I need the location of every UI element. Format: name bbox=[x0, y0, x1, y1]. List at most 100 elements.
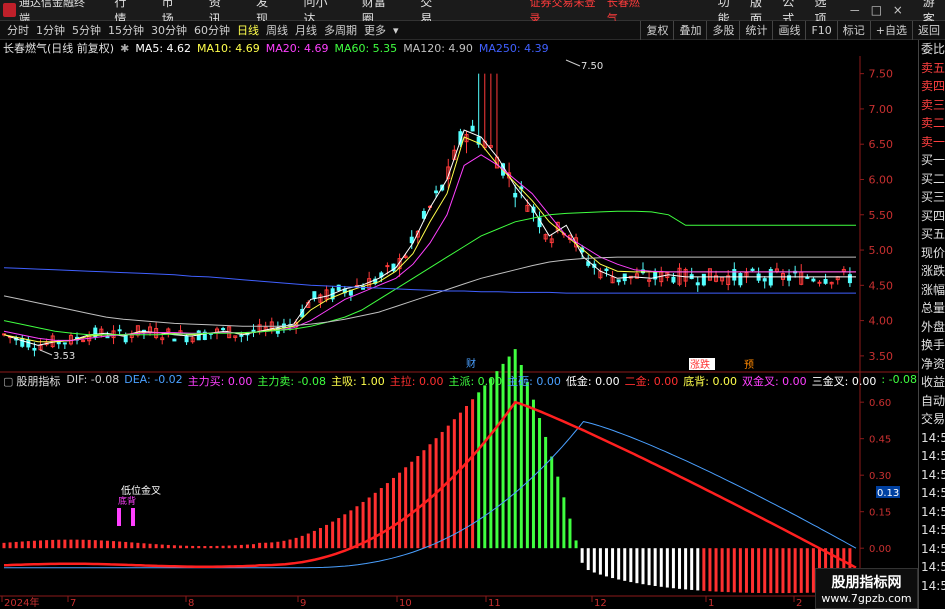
macd-bar bbox=[410, 461, 414, 549]
quote-panel-item[interactable]: 总量 bbox=[919, 299, 945, 318]
quote-panel-item[interactable]: 14:56 bbox=[919, 466, 945, 485]
macd-bar bbox=[8, 542, 12, 549]
time-tick-label: 10 bbox=[399, 598, 412, 609]
candle-body bbox=[409, 236, 414, 244]
time-tick-label: 1 bbox=[708, 598, 714, 609]
indicator-value: 二金: 0.00 bbox=[624, 375, 679, 388]
time-tick-label: 12 bbox=[594, 598, 607, 609]
quote-panel-item[interactable]: 14:56 bbox=[919, 577, 945, 596]
indicator-value: 三金叉: 0.00 bbox=[811, 375, 877, 388]
macd-bar bbox=[45, 540, 49, 549]
macd-bar bbox=[556, 476, 560, 549]
quote-panel-item[interactable]: 卖一 bbox=[919, 133, 945, 152]
macd-bar bbox=[306, 533, 310, 549]
candle-body bbox=[805, 276, 810, 279]
ma-line-ma5 bbox=[3, 129, 856, 346]
quote-panel-item[interactable]: 14:56 bbox=[919, 558, 945, 577]
macd-bar bbox=[805, 548, 809, 593]
candle-body bbox=[105, 336, 110, 339]
macd-bar bbox=[458, 412, 462, 549]
indicator-name[interactable]: 股朋指标 bbox=[16, 373, 60, 389]
macd-bar bbox=[568, 518, 572, 549]
price-tick-label: 7.50 bbox=[869, 68, 894, 81]
macd-bar bbox=[708, 548, 712, 592]
macd-bar bbox=[641, 548, 645, 585]
quote-panel-item[interactable]: 14:56 bbox=[919, 503, 945, 522]
quote-panel-item[interactable]: 现价 bbox=[919, 244, 945, 263]
macd-bar bbox=[51, 539, 55, 549]
quote-panel-item[interactable]: 收益 bbox=[919, 373, 945, 392]
quote-panel: 委比 卖五 卖四 卖三 卖二 卖一 买一 买二 买三 买四 买五 现价 涨跌 涨幅 总量 外盘 换手 净资 收益 自动… bbox=[918, 40, 945, 609]
zhangdie-badge: 涨跌 bbox=[690, 358, 710, 371]
candle-body bbox=[671, 276, 676, 283]
macd-bar bbox=[738, 548, 742, 593]
quote-panel-item[interactable]: 涨幅 bbox=[919, 281, 945, 300]
quote-panel-item[interactable]: 14:56 bbox=[919, 521, 945, 540]
candle-body bbox=[221, 328, 226, 331]
macd-bar bbox=[446, 425, 450, 549]
time-tick-label: 2024年 bbox=[4, 596, 39, 609]
macd-bar bbox=[769, 548, 773, 594]
macd-bar bbox=[538, 418, 542, 549]
macd-bar bbox=[611, 548, 615, 579]
quote-panel-item[interactable]: 自动 bbox=[919, 392, 945, 411]
price-tick-label: 3.50 bbox=[869, 350, 894, 363]
macd-bar bbox=[178, 545, 182, 549]
quote-panel-item[interactable]: 卖三 bbox=[919, 96, 945, 115]
macd-bar bbox=[26, 541, 30, 549]
quote-panel-item[interactable]: 买五 bbox=[919, 225, 945, 244]
macd-bar bbox=[221, 545, 225, 549]
indicator-square-icon[interactable]: ▢ bbox=[3, 375, 13, 388]
macd-bar bbox=[118, 541, 122, 549]
macd-bar bbox=[239, 544, 243, 549]
macd-bar bbox=[75, 539, 79, 549]
macd-bar bbox=[720, 548, 724, 592]
quote-panel-item[interactable]: 卖四 bbox=[919, 77, 945, 96]
price-tick-label: 4.00 bbox=[869, 315, 894, 328]
quote-panel-item[interactable]: 14:56 bbox=[919, 484, 945, 503]
macd-bar bbox=[562, 497, 566, 549]
quote-panel-item[interactable]: 买二 bbox=[919, 170, 945, 189]
candle-body bbox=[239, 334, 244, 337]
watermark-url: www.7gpzb.com bbox=[821, 592, 912, 605]
candle-body bbox=[616, 279, 621, 283]
candle-body bbox=[823, 278, 828, 284]
candle-body bbox=[811, 278, 816, 282]
indicator-value: DEA: -0.02 bbox=[124, 373, 183, 386]
quote-panel-item[interactable]: 卖五 bbox=[919, 59, 945, 78]
time-tick-label: 8 bbox=[188, 598, 194, 609]
macd-bar bbox=[87, 539, 91, 549]
macd-bar bbox=[197, 546, 201, 549]
quote-panel-item[interactable]: 交易 bbox=[919, 410, 945, 429]
quote-panel-item[interactable]: 买一 bbox=[919, 151, 945, 170]
macd-bar bbox=[781, 548, 785, 594]
price-tick-label: 4.50 bbox=[869, 279, 894, 292]
candle-body bbox=[434, 190, 439, 194]
quote-panel-item[interactable]: 涨跌 bbox=[919, 262, 945, 281]
macd-bar bbox=[2, 542, 6, 549]
macd-bar bbox=[245, 544, 249, 549]
candle-body bbox=[847, 274, 852, 284]
candle-body bbox=[701, 273, 706, 286]
macd-bar bbox=[744, 548, 748, 593]
quote-panel-item[interactable]: 净资 bbox=[919, 355, 945, 374]
quote-panel-item[interactable]: 买四 bbox=[919, 207, 945, 226]
macd-bar bbox=[154, 544, 158, 549]
candle-body bbox=[117, 329, 122, 332]
kline-chart[interactable]: 7.50 7.00 6.50 6.00 5.50 5.00 4.50 4.00 3.50 7.50… bbox=[0, 0, 918, 609]
watermark-title: 股朋指标网 bbox=[831, 575, 902, 591]
macd-bar bbox=[63, 539, 67, 549]
macd-bar bbox=[398, 472, 402, 549]
quote-panel-item[interactable]: 委比 bbox=[919, 40, 945, 59]
quote-panel-item[interactable]: 买三 bbox=[919, 188, 945, 207]
macd-bar bbox=[404, 467, 408, 549]
macd-bar bbox=[391, 477, 395, 549]
quote-panel-item[interactable]: 14:56 bbox=[919, 540, 945, 559]
time-tick-label: 9 bbox=[300, 598, 306, 609]
quote-panel-item[interactable]: 换手 bbox=[919, 336, 945, 355]
quote-panel-item[interactable]: 外盘 bbox=[919, 318, 945, 337]
quote-panel-item[interactable]: 卖二 bbox=[919, 114, 945, 133]
quote-panel-item[interactable]: 14:56 bbox=[919, 447, 945, 466]
macd-bar bbox=[598, 548, 602, 575]
quote-panel-item[interactable]: 14:56 bbox=[919, 429, 945, 448]
